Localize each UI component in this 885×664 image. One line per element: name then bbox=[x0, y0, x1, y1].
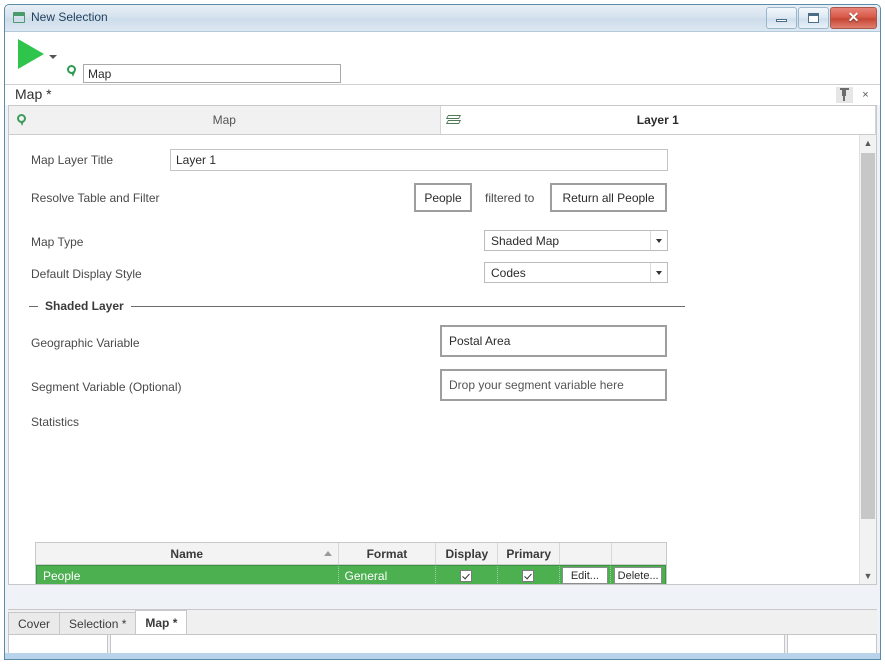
tab-map[interactable]: Map bbox=[9, 106, 441, 134]
run-button[interactable] bbox=[18, 39, 44, 69]
segment-variable-label: Segment Variable (Optional) bbox=[31, 380, 182, 394]
document-header: Map * × bbox=[5, 85, 880, 105]
map-type-chevron-down-icon[interactable] bbox=[650, 231, 667, 250]
window-title: New Selection bbox=[31, 10, 108, 24]
layer-form: Map Layer Title Resolve Table and Filter… bbox=[9, 135, 876, 584]
geographic-variable-dropzone[interactable]: Postal Area bbox=[440, 325, 667, 357]
cell-format: General bbox=[339, 566, 437, 584]
column-header-format[interactable]: Format bbox=[339, 543, 437, 564]
close-button[interactable]: ✕ bbox=[830, 7, 877, 29]
minimize-button[interactable] bbox=[766, 7, 797, 29]
tab-map-label: Map bbox=[212, 113, 236, 127]
map-type-value: Shaded Map bbox=[491, 233, 560, 248]
statistics-table-header: Name Format Display Primary bbox=[36, 543, 666, 565]
map-pin-tab-icon bbox=[9, 109, 35, 131]
sort-ascending-icon bbox=[323, 551, 332, 556]
maximize-icon bbox=[808, 13, 819, 23]
resolve-table-button[interactable]: People bbox=[414, 183, 472, 212]
column-header-edit bbox=[560, 543, 613, 564]
close-icon: ✕ bbox=[847, 9, 860, 25]
document-title: Map * bbox=[15, 86, 52, 102]
delete-button[interactable]: Delete... bbox=[614, 567, 663, 584]
cell-display[interactable] bbox=[436, 566, 498, 584]
layer-tab-bar: Map Layer 1 bbox=[9, 106, 876, 135]
pin-button[interactable] bbox=[836, 87, 853, 103]
display-checkbox[interactable] bbox=[460, 569, 473, 582]
maximize-button[interactable] bbox=[798, 7, 829, 29]
map-pin-icon bbox=[67, 65, 76, 77]
default-display-style-chevron-down-icon[interactable] bbox=[650, 263, 667, 282]
table-row[interactable]: People General Edit... Delete... bbox=[36, 565, 666, 584]
resolve-table-filter-label: Resolve Table and Filter bbox=[31, 191, 160, 205]
application-window: New Selection ✕ Map X W P Map * × Map La… bbox=[4, 4, 881, 660]
shaded-layer-section-label: Shaded Layer bbox=[45, 299, 124, 313]
map-layer-title-input[interactable] bbox=[170, 149, 668, 171]
column-header-display[interactable]: Display bbox=[436, 543, 499, 564]
scroll-up-icon[interactable]: ▲ bbox=[860, 135, 876, 151]
run-dropdown-caret-icon[interactable] bbox=[49, 55, 57, 59]
window-controls: ✕ bbox=[766, 7, 877, 29]
layers-tab-icon bbox=[441, 109, 467, 131]
map-type-select[interactable]: Shaded Map bbox=[484, 230, 668, 251]
shaded-layer-section-header: Shaded Layer bbox=[29, 299, 876, 313]
map-layer-title-label: Map Layer Title bbox=[31, 153, 114, 167]
tab-selection[interactable]: Selection * bbox=[59, 612, 137, 634]
default-display-style-label: Default Display Style bbox=[31, 267, 142, 281]
layer-editor-panel: Map Layer 1 Map Layer Title Resolve Tabl… bbox=[8, 105, 877, 585]
close-panel-button[interactable]: × bbox=[857, 87, 874, 103]
document-tab-bar: Cover Selection * Map * bbox=[8, 609, 877, 635]
statistics-table: Name Format Display Primary People Gener… bbox=[35, 542, 667, 584]
resolve-filter-button[interactable]: Return all People bbox=[550, 183, 667, 212]
cell-primary[interactable] bbox=[498, 566, 560, 584]
scroll-down-icon[interactable]: ▼ bbox=[860, 568, 876, 584]
status-bar bbox=[5, 653, 880, 659]
tab-layer-1[interactable]: Layer 1 bbox=[440, 106, 876, 134]
tab-layer-1-label: Layer 1 bbox=[636, 113, 679, 127]
tab-map-document[interactable]: Map * bbox=[135, 610, 188, 634]
column-header-name[interactable]: Name bbox=[36, 543, 339, 564]
pin-icon bbox=[839, 88, 849, 101]
geographic-variable-label: Geographic Variable bbox=[31, 336, 140, 350]
document-header-buttons: × bbox=[836, 87, 874, 103]
cell-delete[interactable]: Delete... bbox=[611, 566, 665, 584]
cell-edit[interactable]: Edit... bbox=[560, 566, 612, 584]
top-toolbar: Notes Add Layer bbox=[5, 32, 880, 111]
selection-name-input[interactable] bbox=[83, 64, 341, 83]
minimize-icon bbox=[776, 19, 787, 22]
title-bar: New Selection ✕ bbox=[5, 5, 880, 32]
segment-variable-dropzone[interactable]: Drop your segment variable here bbox=[440, 369, 667, 401]
map-type-label: Map Type bbox=[31, 235, 84, 249]
filtered-to-label: filtered to bbox=[485, 191, 535, 205]
column-header-delete bbox=[612, 543, 666, 564]
default-display-style-select[interactable]: Codes bbox=[484, 262, 668, 283]
window-icon bbox=[13, 12, 25, 23]
default-display-style-value: Codes bbox=[491, 265, 526, 280]
column-header-primary[interactable]: Primary bbox=[498, 543, 561, 564]
primary-checkbox[interactable] bbox=[522, 569, 535, 582]
statistics-label: Statistics bbox=[31, 415, 80, 429]
vertical-scrollbar[interactable]: ▲ ▼ bbox=[859, 135, 876, 584]
tab-cover[interactable]: Cover bbox=[8, 612, 61, 634]
cell-name: People bbox=[37, 566, 339, 584]
edit-button[interactable]: Edit... bbox=[561, 567, 608, 584]
scrollbar-thumb[interactable] bbox=[861, 153, 875, 519]
